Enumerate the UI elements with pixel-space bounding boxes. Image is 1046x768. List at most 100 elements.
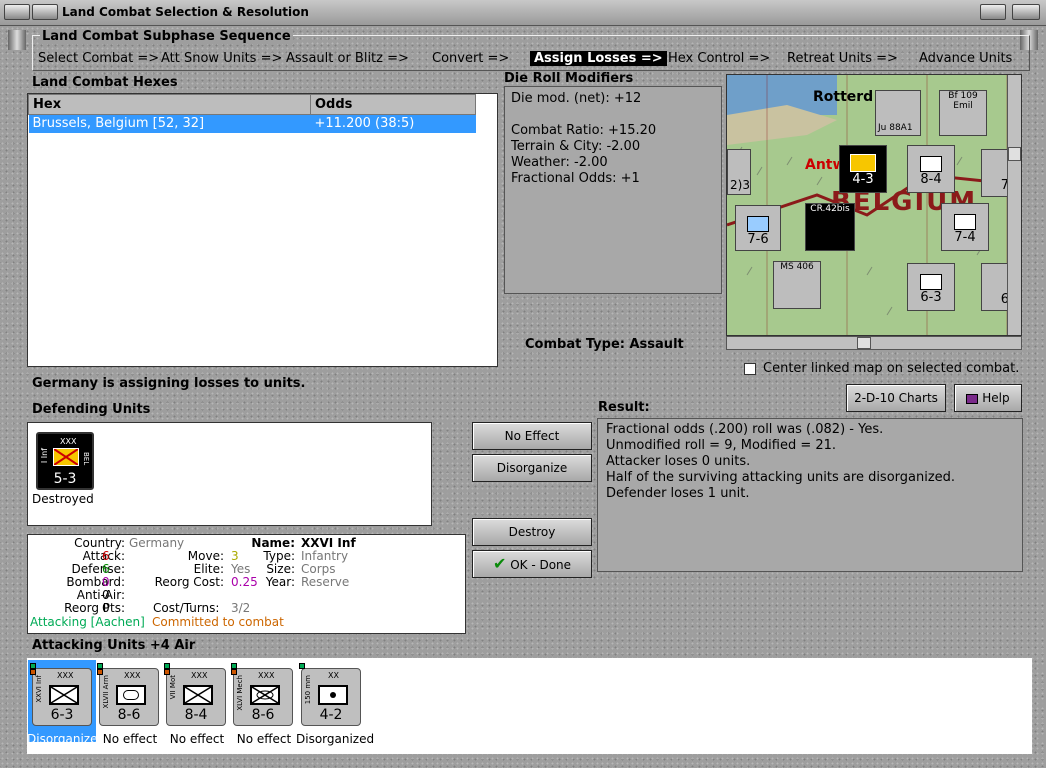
odds-cell[interactable]: +11.200 (38:5) [310,114,476,133]
year-value: Reserve [301,575,350,589]
map-counter-symbol [954,214,976,230]
unit-nation: BEL [82,452,90,466]
ok-done-button[interactable]: ✔ OK - Done [472,550,592,578]
hexes-title: Land Combat Hexes [32,75,178,90]
unit-name: I Inf [40,448,49,464]
map-vscrollbar[interactable] [1007,75,1021,335]
map-counter-symbol [920,274,942,290]
no-effect-button[interactable]: No Effect [472,422,592,450]
map-counter[interactable]: 4-3 [839,145,887,193]
unit-value: 6-3 [50,707,74,723]
unit-value: 5-3 [53,471,77,487]
close-icon[interactable] [1012,4,1040,20]
drm-title: Die Roll Modifiers [504,71,634,86]
country-value: Germany [129,536,185,550]
unit-status: No effect [102,732,158,746]
status-dot-icon [299,663,305,669]
result-line: Fractional odds (.200) roll was (.082) -… [606,422,884,437]
unit-name: 150 mm [304,675,312,705]
checkmark-icon: ✔ [492,554,507,573]
col-hex[interactable]: Hex [28,94,311,115]
map-counter-value: 7-4 [954,230,976,245]
infantry-symbol-icon [53,448,79,466]
seq-assign-losses: Assign Losses => [530,51,667,66]
unit-size: XXX [124,671,141,680]
map-counter[interactable]: Bf 109 Emil [939,90,987,136]
linked-map[interactable]: Rotterd Antw BELGIUM Ju 88A1 Bf 109 Emil… [726,74,1022,336]
attacking-unit[interactable]: XXVI Inf XXX 6-3 Disorganized [27,663,105,746]
map-vscroll-thumb[interactable] [1008,147,1021,161]
unit-info-panel: Country: Germany Attack: 6 Defense: 6 Bo… [27,534,466,634]
defending-unit-counter[interactable]: XXX I Inf BEL 5-3 [36,432,94,490]
infantry-symbol-icon [49,685,79,705]
map-counter[interactable]: Ju 88A1 [875,90,921,136]
hex-cell[interactable]: Brussels, Belgium [52, 32] [28,114,311,133]
col-odds[interactable]: Odds [310,94,476,115]
help-button[interactable]: Help [954,384,1022,412]
attacking-unit[interactable]: 150 mm XX 4-2 Disorganized [296,663,374,746]
disorganize-button[interactable]: Disorganize [472,454,592,482]
map-counter[interactable]: 7-6 [735,205,781,251]
hexes-list[interactable]: Hex Odds Brussels, Belgium [52, 32] +11.… [27,93,498,367]
map-counter[interactable]: 2)3 [727,149,751,195]
map-counter[interactable]: 7-4 [941,203,989,251]
seq-assault-blitz: Assault or Blitz => [286,51,409,66]
map-counter[interactable]: CR.42bis [805,203,855,251]
costturns-value: 3/2 [231,601,251,615]
attacking-unit[interactable]: VII Mot XXX 8-4 No effect [164,663,226,746]
drm-line: Terrain & City: -2.00 [511,139,641,154]
seq-select-combat: Select Combat => [38,51,160,66]
system-menu-icon[interactable] [4,4,30,20]
center-map-checkbox[interactable] [744,363,756,375]
table-row[interactable]: Brussels, Belgium [52, 32] +11.200 (38:5… [28,114,476,133]
seq-hex-control: Hex Control => [668,51,771,66]
charts-button[interactable]: 2-D-10 Charts [846,384,946,412]
maximize-icon[interactable] [980,4,1006,20]
map-counter-name: Bf 109 Emil [948,91,978,111]
book-icon [966,393,979,404]
map-hscroll-thumb[interactable] [857,337,871,349]
armor-symbol-icon [116,685,146,705]
center-map-label[interactable]: Center linked map on selected combat. [763,361,1019,376]
result-line: Unmodified roll = 9, Modified = 21. [606,438,837,453]
minimize-icon[interactable] [32,4,58,20]
unit-name: VII Mot [169,675,177,700]
map-counter-name: MS 406 [780,262,814,272]
defending-unit-status: Destroyed [32,492,94,506]
status-message: Germany is assigning losses to units. [32,376,306,391]
artillery-symbol-icon [318,685,348,705]
map-hscrollbar[interactable] [726,336,1022,350]
attacking-unit[interactable]: XLVI Mech XXX 8-6 No effect [231,663,293,746]
map-counter-value: 8-4 [920,172,942,187]
title-bar[interactable]: Land Combat Selection & Resolution [0,0,1046,26]
map-counter-name: CR.42bis [810,204,850,214]
unit-status: Disorganized [296,732,375,746]
combat-type-label: Combat Type: [525,337,625,352]
reorg-cost-value: 0.25 [231,575,258,589]
attacking-hex: Attacking [Aachen] [30,615,145,629]
map-counter-symbol [747,216,769,232]
reorg-pts-label: Reorg Pts: [64,601,125,615]
seq-att-snow: Att Snow Units => [161,51,283,66]
unit-value: 8-4 [184,707,208,723]
map-counter-symbol [850,154,876,172]
unit-size: XXX [57,671,74,680]
unit-size: XXX [60,437,77,446]
unit-name: XXVI Inf [35,675,43,703]
map-counter[interactable]: 6-3 [907,263,955,311]
attacking-title: Attacking Units +4 Air [32,638,196,653]
drm-line: Die mod. (net): +12 [511,91,642,106]
destroy-button[interactable]: Destroy [472,518,592,546]
map-counter[interactable]: MS 406 [773,261,821,309]
map-counter[interactable]: 8-4 [907,145,955,193]
unit-status: No effect [169,732,225,746]
drm-line [511,107,715,123]
attacking-units-panel: XXVI Inf XXX 6-3 Disorganized XLVII Arm … [27,658,1032,754]
result-title: Result: [598,400,650,415]
attacking-unit[interactable]: XLVII Arm XXX 8-6 No effect [97,663,159,746]
unit-status: Disorganized [27,732,106,746]
unit-value: 4-2 [319,707,343,723]
help-button-label: Help [982,391,1010,405]
ok-done-label: OK - Done [510,558,572,572]
combat-type-value: Assault [629,337,684,352]
